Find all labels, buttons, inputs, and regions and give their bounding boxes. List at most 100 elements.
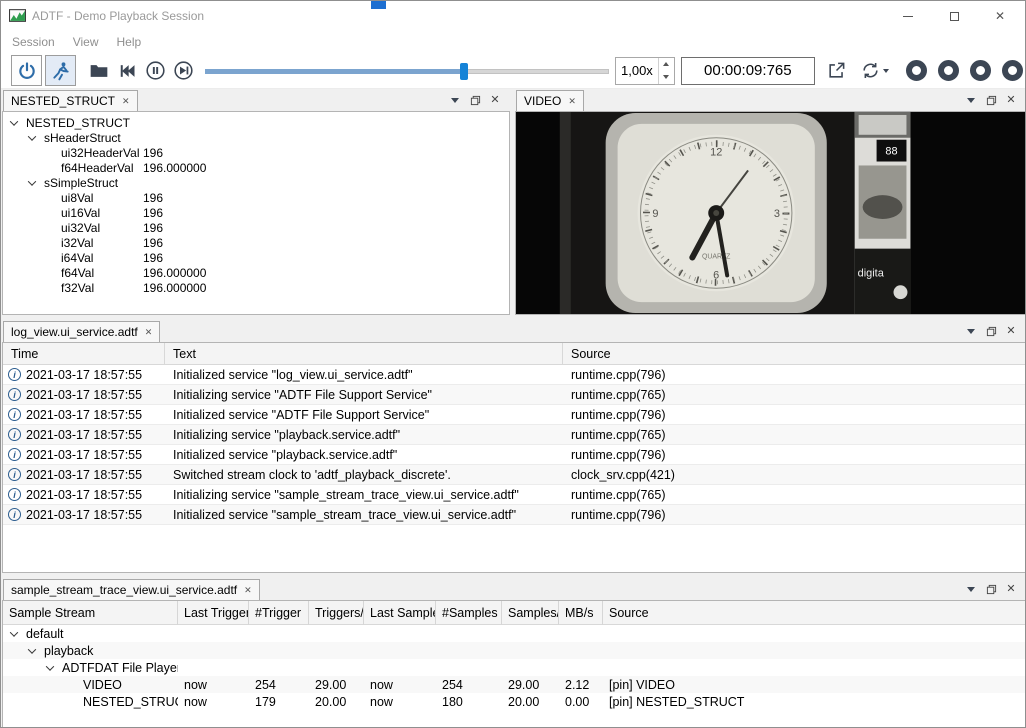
column-header-source[interactable]: Source — [563, 343, 1025, 365]
column-header-mb-per-s[interactable]: MB/s — [559, 601, 603, 625]
expand-arrow-icon[interactable] — [28, 132, 36, 140]
panel-close-button[interactable]: ✕ — [1001, 91, 1021, 109]
panel-menu-button[interactable] — [445, 91, 465, 109]
tab-close-icon[interactable]: ✕ — [568, 97, 576, 106]
panel-close-button[interactable]: ✕ — [1001, 322, 1021, 340]
vertical-splitter[interactable] — [510, 89, 514, 316]
tab-log-view[interactable]: log_view.ui_service.adtf ✕ — [3, 321, 160, 342]
circle-button-1[interactable] — [906, 60, 927, 81]
pause-button[interactable] — [141, 57, 169, 85]
jump-to-start-button[interactable] — [113, 57, 141, 85]
column-header-num-trigger[interactable]: #Trigger — [249, 601, 309, 625]
log-row[interactable]: i2021-03-17 18:57:55 Initialized service… — [3, 405, 1025, 425]
tree-value: 196 — [143, 236, 163, 250]
tree-row[interactable]: i32Val196 — [3, 235, 509, 250]
speed-increase-button[interactable] — [659, 58, 674, 71]
stream-row[interactable]: ADTFDAT File Player — [3, 659, 1025, 676]
log-row[interactable]: i2021-03-17 18:57:55 Switched stream clo… — [3, 465, 1025, 485]
column-header-triggers-per-s[interactable]: Triggers/s — [309, 601, 364, 625]
stream-row[interactable]: playback — [3, 642, 1025, 659]
stream-row[interactable]: VIDEO now 254 29.00 now 254 29.00 2.12 [… — [3, 676, 1025, 693]
expand-arrow-icon[interactable] — [28, 177, 36, 185]
tree-row[interactable]: f64Val196.000000 — [3, 265, 509, 280]
log-row[interactable]: i2021-03-17 18:57:55 Initializing servic… — [3, 425, 1025, 445]
expand-arrow-icon[interactable] — [10, 628, 18, 636]
info-icon: i — [8, 368, 21, 381]
tab-close-icon[interactable]: ✕ — [122, 97, 130, 106]
column-header-samples-per-s[interactable]: Samples/s — [502, 601, 559, 625]
column-header-text[interactable]: Text — [165, 343, 563, 365]
maximize-button[interactable] — [931, 1, 977, 31]
column-header-last-sample[interactable]: Last Sample — [364, 601, 436, 625]
log-row[interactable]: i2021-03-17 18:57:55 Initialized service… — [3, 365, 1025, 385]
column-header-sample-stream[interactable]: Sample Stream — [3, 601, 178, 625]
column-header-num-samples[interactable]: #Samples — [436, 601, 502, 625]
log-row[interactable]: i2021-03-17 18:57:55 Initialized service… — [3, 445, 1025, 465]
tab-nested-struct[interactable]: NESTED_STRUCT ✕ — [3, 90, 138, 111]
tree-row[interactable]: sHeaderStruct — [3, 130, 509, 145]
tab-close-icon[interactable]: ✕ — [145, 328, 153, 337]
power-toggle-button[interactable] — [11, 55, 42, 86]
circle-button-4[interactable] — [1002, 60, 1023, 81]
tree-row[interactable]: ui32Val196 — [3, 220, 509, 235]
panel-menu-button[interactable] — [961, 91, 981, 109]
speed-value: 1,00x — [616, 63, 658, 78]
log-source: runtime.cpp(765) — [563, 388, 1025, 402]
expand-arrow-icon[interactable] — [28, 645, 36, 653]
column-header-last-trigger[interactable]: Last Trigger — [178, 601, 249, 625]
panel-close-button[interactable]: ✕ — [485, 91, 505, 109]
tree-row[interactable]: ui8Val196 — [3, 190, 509, 205]
repeat-button[interactable] — [855, 57, 895, 85]
tree-row[interactable]: ui32HeaderVal196 — [3, 145, 509, 160]
log-row[interactable]: i2021-03-17 18:57:55 Initialized service… — [3, 505, 1025, 525]
expand-arrow-icon[interactable] — [46, 662, 54, 670]
run-button[interactable] — [45, 55, 76, 86]
speed-spinbox[interactable]: 1,00x — [615, 57, 675, 85]
tree-row[interactable]: NESTED_STRUCT — [3, 115, 509, 130]
tree-row[interactable]: f32Val196.000000 — [3, 280, 509, 295]
tree-row[interactable]: i64Val196 — [3, 250, 509, 265]
circle-button-2[interactable] — [938, 60, 959, 81]
open-file-button[interactable] — [85, 57, 113, 85]
column-header-time[interactable]: Time — [3, 343, 165, 365]
tree-row[interactable]: sSimpleStruct — [3, 175, 509, 190]
jump-to-end-button[interactable] — [169, 57, 197, 85]
tab-close-icon[interactable]: ✕ — [244, 586, 252, 595]
panel-close-button[interactable]: ✕ — [1001, 580, 1021, 598]
panel-float-button[interactable] — [981, 580, 1001, 598]
close-button[interactable]: ✕ — [977, 1, 1023, 31]
menu-view[interactable]: View — [64, 33, 108, 51]
menu-session[interactable]: Session — [3, 33, 64, 51]
export-button[interactable] — [823, 57, 851, 85]
log-row[interactable]: i2021-03-17 18:57:55 Initializing servic… — [3, 385, 1025, 405]
clock-photo: 12 3 6 9 QUARTZ — [560, 112, 855, 314]
menu-help[interactable]: Help — [108, 33, 151, 51]
tree-row[interactable]: ui16Val196 — [3, 205, 509, 220]
tree-label: f64HeaderVal — [61, 161, 134, 175]
panel-float-button[interactable] — [981, 322, 1001, 340]
tree-row[interactable]: f64HeaderVal196.000000 — [3, 160, 509, 175]
minimize-button[interactable] — [885, 1, 931, 31]
repeat-dropdown-caret-icon[interactable] — [883, 69, 889, 73]
log-source: runtime.cpp(796) — [563, 448, 1025, 462]
circle-button-3[interactable] — [970, 60, 991, 81]
panel-menu-button[interactable] — [961, 322, 981, 340]
minimize-icon — [903, 16, 913, 17]
column-header-source[interactable]: Source — [603, 601, 1025, 625]
panel-float-button[interactable] — [981, 91, 1001, 109]
speed-decrease-button[interactable] — [659, 71, 674, 84]
panel-menu-button[interactable] — [961, 580, 981, 598]
log-source: runtime.cpp(765) — [563, 428, 1025, 442]
stream-row[interactable]: NESTED_STRUCT now 179 20.00 now 180 20.0… — [3, 693, 1025, 710]
close-icon: ✕ — [490, 95, 499, 106]
slider-handle[interactable] — [460, 63, 468, 80]
playback-position-slider[interactable] — [205, 57, 609, 85]
expand-arrow-icon[interactable] — [10, 117, 18, 125]
tree-value: 196.000000 — [143, 266, 206, 280]
tab-video[interactable]: VIDEO ✕ — [516, 90, 584, 111]
log-row[interactable]: i2021-03-17 18:57:55 Initializing servic… — [3, 485, 1025, 505]
stream-row[interactable]: default — [3, 625, 1025, 642]
panel-float-button[interactable] — [465, 91, 485, 109]
log-text: Initialized service "playback.service.ad… — [165, 448, 563, 462]
tab-sample-stream-trace[interactable]: sample_stream_trace_view.ui_service.adtf… — [3, 579, 260, 600]
